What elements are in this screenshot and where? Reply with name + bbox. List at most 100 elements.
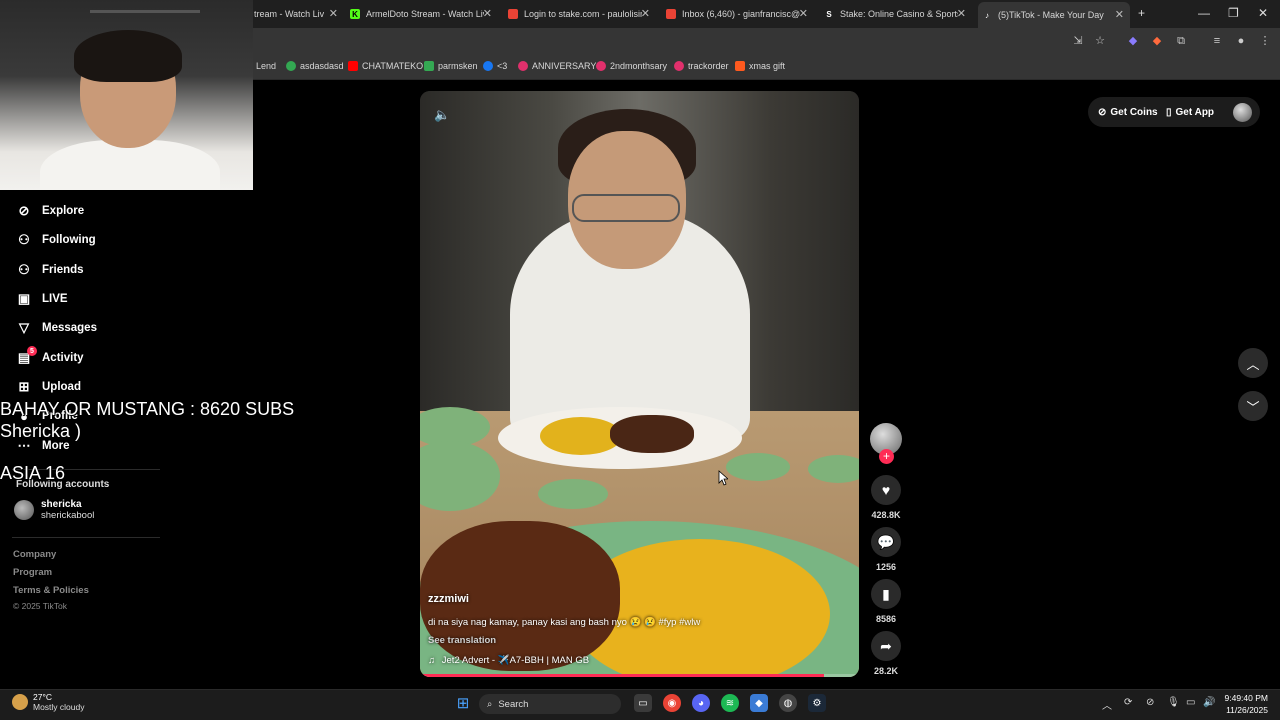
chrome-icon[interactable]: ◉ [663,694,681,712]
comment-count: 1256 [875,562,897,572]
spotify-icon[interactable]: ≋ [721,694,739,712]
bookmark[interactable]: parmsken [424,61,478,71]
sidebar-item-live[interactable]: ▣ LIVE [16,291,68,307]
task-view-icon[interactable]: ▭ [634,694,652,712]
bookmark-label: ANNIVERSARY [532,61,597,71]
bookmark[interactable]: ANNIVERSARY [518,61,596,71]
chevron-up-icon: ︿ [1246,356,1260,372]
close-tab-icon[interactable]: ✕ [641,7,650,20]
bookmark-label: 2ndmonthsary [610,61,668,71]
bookmark[interactable]: 2ndmonthsary [596,61,667,71]
sidebar-item-messages[interactable]: ▽ Messages [16,320,97,336]
obs-icon[interactable]: ◍ [779,694,797,712]
comment-button[interactable]: 💬 [871,527,901,557]
video-author[interactable]: zzzmiwi [428,593,469,605]
bookmark[interactable]: trackorder [674,61,729,71]
tray-app-icon[interactable]: ⟳ [1124,697,1132,708]
volume-icon[interactable]: 🔈 [434,107,450,123]
user-avatar[interactable] [1233,103,1252,122]
new-tab-icon[interactable]: + [1138,6,1145,20]
browser-tab[interactable]: Inbox (6,460) - gianfrancisc@g ✕ [666,4,808,24]
media-icon[interactable]: ≡ [1210,34,1224,48]
stream-overlay-goal: BAHAY OR MUSTANG : 8620 SUBS [0,399,295,419]
video-player[interactable]: 🔈 zzzmiwi di na siya nag kamay, panay ka… [420,91,859,677]
get-coins-button[interactable]: ⊘ Get Coins [1098,107,1158,118]
sidebar-item-upload[interactable]: ⊞ Upload [16,379,81,395]
browser-tab[interactable]: K ArmelDoto Stream - Watch Live ✕ [350,4,492,24]
bookmark[interactable]: asdasdasd [286,61,344,71]
close-tab-icon[interactable]: ✕ [957,7,966,20]
menu-dots-icon[interactable]: ⋮ [1258,34,1272,48]
browser-tab[interactable]: Login to stake.com - paulolisin ✕ [508,4,650,24]
sidebar-item-activity[interactable]: ▤ 5 Activity [16,346,84,366]
sidebar-item-explore[interactable]: ⊘ Explore [16,203,85,219]
close-window-icon[interactable]: ✕ [1258,6,1268,20]
minimize-icon[interactable]: — [1198,6,1210,20]
mouse-cursor [718,470,728,486]
get-app-button[interactable]: ▯ Get App [1166,107,1214,118]
install-app-icon[interactable]: ⇲ [1071,34,1085,48]
bookmark-label: Lend [256,61,277,71]
follow-plus-icon[interactable]: + [879,449,894,464]
streamer-hair [74,30,182,82]
video-progress-bar[interactable] [420,674,859,677]
account-name: shericka [41,499,82,510]
instagram-icon [518,61,528,71]
tab-title: Login to stake.com - paulolisin [524,9,642,19]
get-coins-label: Get Coins [1110,107,1158,118]
discord-icon[interactable]: ◕ [692,694,710,712]
bookmark[interactable]: CHATMATEKO [348,61,423,71]
bookmark-label: xmas gift [749,61,786,71]
app-icon[interactable]: ◆ [750,694,768,712]
network-icon[interactable]: ▭ [1186,697,1195,708]
browser-tab[interactable]: tream - Watch Liv ✕ [254,4,338,24]
footer-link-program[interactable]: Program [13,567,52,578]
bookmark[interactable]: xmas gift [735,61,785,71]
weather-widget[interactable]: 27°C Mostly cloudy [12,692,85,712]
like-button[interactable]: ♥ [871,475,901,505]
close-tab-icon[interactable]: ✕ [799,7,808,20]
steam-icon[interactable]: ⚙ [808,694,826,712]
browser-tab[interactable]: S Stake: Online Casino & Sports ✕ [824,4,966,24]
maximize-icon[interactable]: ❐ [1228,6,1239,20]
upload-icon: ⊞ [18,379,30,394]
extension-icon[interactable]: ◆ [1126,34,1140,48]
extensions-puzzle-icon[interactable]: ⧉ [1174,34,1188,48]
close-tab-icon[interactable]: ✕ [1115,8,1124,21]
bookmark-star-icon[interactable]: ☆ [1093,34,1107,48]
share-button[interactable]: ➦ [871,631,901,661]
webcam-overlay [0,0,253,190]
windows-start-icon[interactable]: ⊞ [454,694,472,712]
profile-avatar-icon[interactable]: ● [1234,34,1248,48]
music-note-icon: ♫ [428,655,436,666]
extension-icon[interactable]: ◆ [1150,34,1164,48]
sidebar-item-following[interactable]: ⚇ Following [16,232,95,248]
clock-date: 11/26/2025 [1226,705,1268,715]
taskbar-clock[interactable]: 9:49:40 PM 11/26/2025 [1222,692,1268,716]
close-tab-icon[interactable]: ✕ [483,7,492,20]
sidebar-item-friends[interactable]: ⚇ Friends [16,262,83,278]
save-button[interactable]: ▮ [871,579,901,609]
next-video-button[interactable]: ﹀ [1238,391,1268,421]
footer-link-company[interactable]: Company [13,549,56,560]
tray-app-icon[interactable]: ⊘ [1146,697,1154,708]
background-rack [90,10,200,13]
previous-video-button[interactable]: ︿ [1238,348,1268,378]
see-translation-link[interactable]: See translation [428,635,496,646]
tray-overflow-icon[interactable]: ︿ [1102,697,1112,712]
bookmark-label: parmsken [438,61,478,71]
browser-tab-active[interactable]: ♪ (5)TikTok - Make Your Day ✕ [978,2,1130,28]
footer-link-terms[interactable]: Terms & Policies [13,585,89,596]
video-music[interactable]: ♫ Jet2 Advert - ✈️A7-BBH | MAN GB [428,655,589,666]
bookmark[interactable]: <3 [483,61,507,71]
close-tab-icon[interactable]: ✕ [329,7,338,20]
following-account[interactable]: shericka sherickabool [14,499,94,521]
bookmark-icon [286,61,296,71]
volume-icon[interactable]: 🔊 [1203,697,1215,708]
bookmark[interactable]: Lend [256,61,276,71]
screen: tream - Watch Liv ✕ K ArmelDoto Stream -… [0,0,1280,720]
microphone-icon[interactable]: 🎙 [1167,697,1180,708]
taskbar-search[interactable]: ⌕ Search [479,694,621,714]
search-placeholder: Search [498,698,529,710]
stream-overlay-name: Shericka ) [0,421,82,441]
